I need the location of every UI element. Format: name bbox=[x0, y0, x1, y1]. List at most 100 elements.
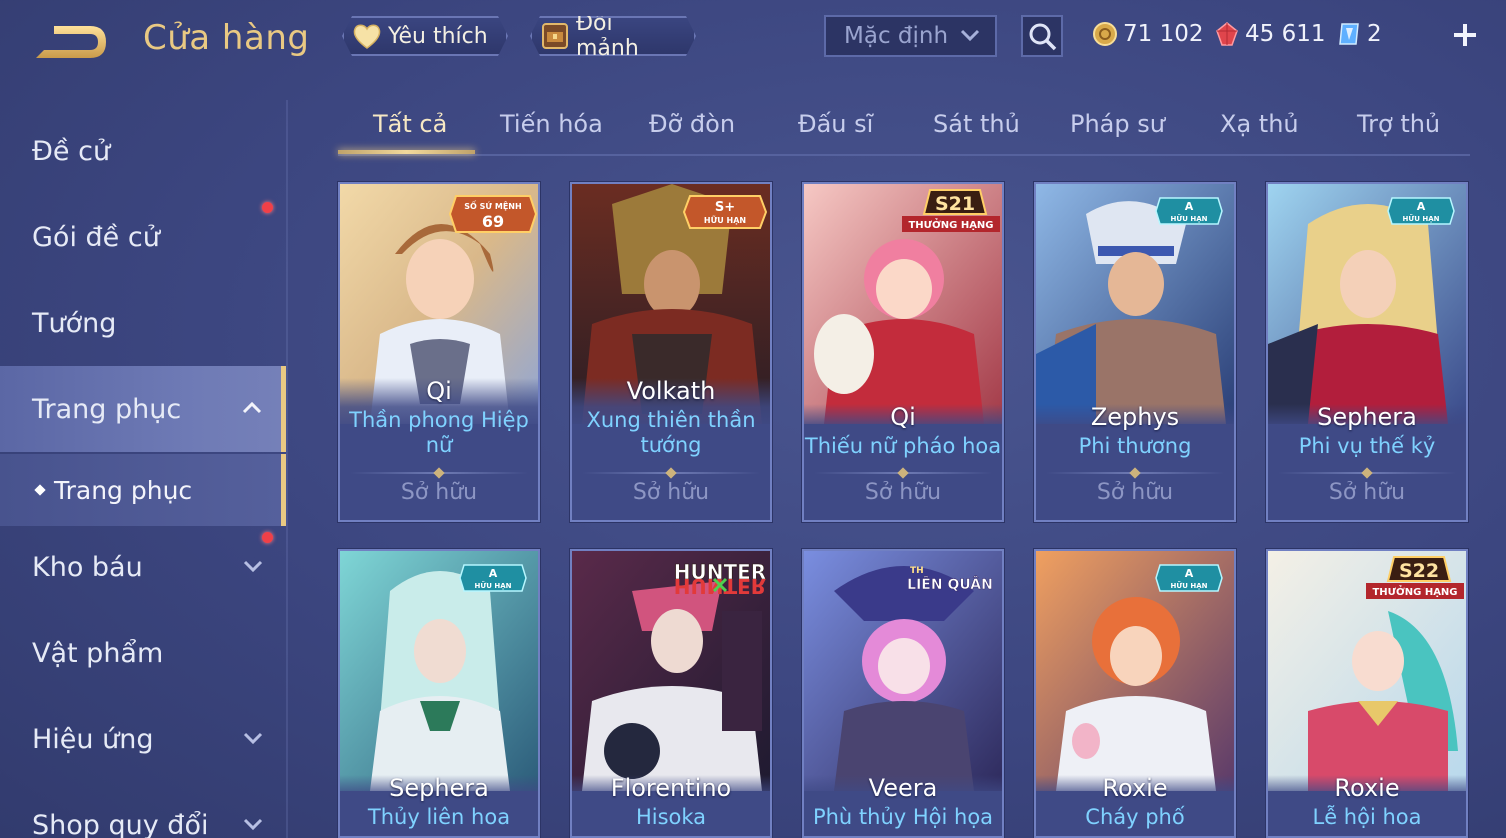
limited-badge: A HỮU HẠN bbox=[1387, 197, 1455, 225]
search-icon bbox=[1029, 23, 1057, 51]
hero-name: Zephys bbox=[1090, 403, 1180, 431]
hero-name: Qi bbox=[426, 377, 452, 405]
badge-bottom-text: THƯỞNG HẠNG bbox=[1372, 584, 1457, 598]
badge-bottom-text: 69 bbox=[482, 212, 504, 231]
active-tab-indicator bbox=[338, 150, 475, 154]
owned-row: Sở hữu bbox=[1036, 467, 1234, 520]
skin-card[interactable]: S22 THƯỞNG HẠNG Roxie Lễ hội hoa bbox=[1266, 549, 1468, 838]
plus-icon bbox=[1454, 24, 1476, 46]
hero-name: Sephera bbox=[1317, 403, 1417, 431]
sidebar-item-label: Tướng bbox=[32, 307, 117, 339]
owned-row: Sở hữu bbox=[572, 467, 770, 520]
chevron-down-icon bbox=[243, 818, 263, 831]
skin-card[interactable]: TH LIÊN QUÂN Veera Phù thủy Hội họa bbox=[802, 549, 1004, 838]
notification-dot bbox=[262, 532, 273, 543]
skin-info: Volkath Xung thiên thần tướng bbox=[572, 378, 770, 474]
sidebar-item-label: Kho báu bbox=[32, 551, 143, 583]
voucher-amount: 2 bbox=[1367, 21, 1382, 47]
skin-info: Sephera Thủy liên hoa bbox=[340, 775, 538, 836]
owned-status: Sở hữu bbox=[400, 480, 478, 505]
chevron-down-icon bbox=[960, 29, 980, 42]
sidebar-item-featured[interactable]: Đề cử bbox=[0, 108, 286, 194]
add-currency-button[interactable] bbox=[1446, 16, 1484, 54]
skin-info: Qi Thiếu nữ pháo hoa bbox=[804, 404, 1002, 474]
tab-mage[interactable]: Pháp sư bbox=[1070, 110, 1165, 138]
tab-marksman[interactable]: Xạ thủ bbox=[1220, 110, 1299, 138]
sidebar-subitem-skins[interactable]: Trang phục bbox=[0, 454, 286, 526]
sidebar-divider bbox=[286, 100, 288, 838]
skin-card[interactable]: A HỮU HẠN Zephys Phi thương Sở hữu bbox=[1034, 182, 1236, 522]
sidebar-item-exchange-shop[interactable]: Shop quy đổi bbox=[0, 782, 286, 838]
badge-bottom-text: HỮU HẠN bbox=[704, 214, 746, 225]
badge-top-text: S21 bbox=[935, 193, 975, 215]
sidebar-item-heroes[interactable]: Tướng bbox=[0, 280, 286, 366]
owned-row: Sở hữu bbox=[804, 467, 1002, 520]
sidebar-item-bundles[interactable]: Gói đề cử bbox=[0, 194, 286, 280]
owned-row: Sở hữu bbox=[1268, 467, 1466, 520]
sidebar-item-label: Hiệu ứng bbox=[32, 723, 154, 755]
sidebar-item-treasure[interactable]: Kho báu bbox=[0, 524, 286, 610]
hero-name: Veera bbox=[868, 774, 938, 802]
limited-badge: A HỮU HẠN bbox=[1155, 564, 1223, 592]
badge-top-text: S+ bbox=[715, 200, 735, 215]
season-badge: S22 THƯỞNG HẠNG bbox=[1366, 556, 1464, 599]
skin-name: Thủy liên hoa bbox=[367, 805, 511, 829]
skin-card[interactable]: A HỮU HẠN Sephera Thủy liên hoa bbox=[338, 549, 540, 838]
tab-all[interactable]: Tất cả bbox=[373, 110, 447, 138]
sidebar-item-skins[interactable]: Trang phục bbox=[0, 366, 286, 452]
chest-icon bbox=[540, 21, 570, 51]
diamond-ornament bbox=[665, 467, 677, 479]
sidebar-item-items[interactable]: Vật phẩm bbox=[0, 610, 286, 696]
sidebar-item-effects[interactable]: Hiệu ứng bbox=[0, 696, 286, 782]
ruby-amount: 45 611 bbox=[1245, 21, 1326, 47]
skin-info: Zephys Phi thương bbox=[1036, 404, 1234, 474]
bullet-icon bbox=[34, 484, 46, 496]
skin-name: Lễ hội hoa bbox=[1312, 805, 1422, 829]
limited-badge: S+ HỮU HẠN bbox=[682, 195, 768, 229]
badge-bottom-text: HỮU HẠN bbox=[1403, 214, 1440, 223]
skin-card[interactable]: HUNTER HUNTER Florentino Hisoka bbox=[570, 549, 772, 838]
skin-name: Phù thủy Hội họa bbox=[812, 805, 994, 829]
event-badge: TH LIÊN QUÂN bbox=[907, 566, 993, 593]
shard-exchange-button[interactable]: Đổi mảnh bbox=[530, 16, 696, 56]
search-button[interactable] bbox=[1021, 15, 1063, 57]
skin-name: Phi vụ thế kỷ bbox=[1298, 434, 1436, 458]
category-tabs: Tất cả Tiến hóa Đỡ đòn Đấu sĩ Sát thủ Ph… bbox=[338, 100, 1470, 156]
back-button[interactable] bbox=[34, 22, 110, 62]
skin-card[interactable]: A HỮU HẠN Roxie Cháy phố bbox=[1034, 549, 1236, 838]
skin-card[interactable]: A HỮU HẠN Sephera Phi vụ thế kỷ Sở hữu bbox=[1266, 182, 1468, 522]
badge-bottom-text: TH bbox=[910, 566, 924, 576]
tab-fighter[interactable]: Đấu sĩ bbox=[798, 110, 873, 138]
notification-dot bbox=[262, 202, 273, 213]
tab-evolution[interactable]: Tiến hóa bbox=[500, 110, 603, 138]
skin-name: Phi thương bbox=[1078, 434, 1192, 458]
chevron-up-icon bbox=[242, 401, 262, 414]
diamond-ornament bbox=[897, 467, 909, 479]
skin-card[interactable]: S+ HỮU HẠN Volkath Xung thiên thần tướng… bbox=[570, 182, 772, 522]
tab-assassin[interactable]: Sát thủ bbox=[933, 110, 1020, 138]
owned-row: Sở hữu bbox=[340, 467, 538, 520]
gold-coin-icon bbox=[1093, 22, 1117, 46]
sort-dropdown[interactable]: Mặc định bbox=[824, 15, 997, 57]
hero-name: Qi bbox=[890, 403, 916, 431]
badge-top-text: A bbox=[1417, 200, 1426, 213]
favorite-button[interactable]: Yêu thích bbox=[342, 16, 508, 56]
sidebar-item-label: Vật phẩm bbox=[32, 637, 164, 669]
skin-card[interactable]: SỐ SỨ MỆNH 69 Qi Thần phong Hiệp nữ Sở h… bbox=[338, 182, 540, 522]
owned-status: Sở hữu bbox=[632, 480, 710, 505]
skin-name: Cháy phố bbox=[1085, 805, 1185, 829]
chevron-down-icon bbox=[243, 732, 263, 745]
page-title: Cửa hàng bbox=[143, 18, 310, 58]
tab-support[interactable]: Trợ thủ bbox=[1357, 110, 1440, 138]
voucher-counter: 2 bbox=[1336, 16, 1382, 52]
badge-top-text: A bbox=[489, 567, 498, 580]
sidebar-item-label: Shop quy đổi bbox=[32, 809, 209, 838]
sidebar-item-label: Đề cử bbox=[32, 135, 111, 167]
skin-info: Sephera Phi vụ thế kỷ bbox=[1268, 404, 1466, 474]
skin-name-line2: tướng bbox=[640, 433, 702, 457]
badge-bottom-text: THƯỞNG HẠNG bbox=[908, 217, 993, 231]
skin-card[interactable]: S21 THƯỞNG HẠNG Qi Thiếu nữ pháo hoa Sở … bbox=[802, 182, 1004, 522]
hero-name: Volkath bbox=[626, 377, 716, 405]
heart-icon bbox=[352, 21, 382, 51]
tab-tank[interactable]: Đỡ đòn bbox=[649, 110, 735, 138]
